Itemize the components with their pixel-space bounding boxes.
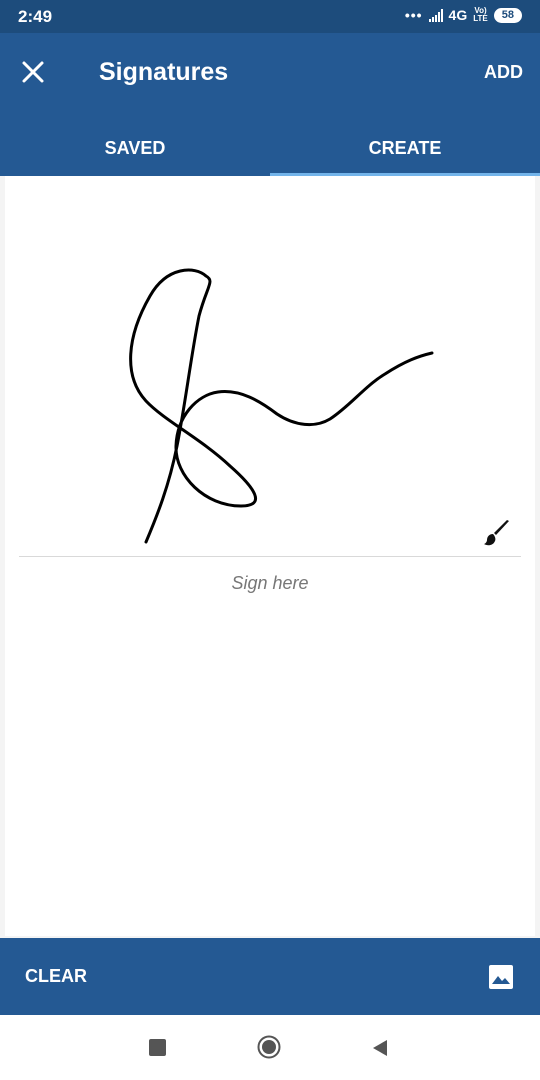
circle-icon[interactable]: [257, 1035, 281, 1059]
status-icons: ••• 4G Vo) LTE 58: [405, 7, 522, 23]
signature-canvas[interactable]: Sign here: [5, 176, 535, 936]
notification-dots: •••: [404, 7, 423, 23]
nav-bar: [0, 1015, 540, 1080]
battery-icon: 58: [493, 7, 522, 23]
tab-saved[interactable]: SAVED: [0, 121, 270, 176]
network-type: 4G: [448, 7, 468, 23]
status-time: 2:49: [18, 7, 53, 26]
bottom-bar: CLEAR: [0, 938, 540, 1015]
status-bar: 2:49 ••• 4G Vo) LTE 58: [0, 0, 540, 33]
add-button[interactable]: ADD: [484, 62, 523, 83]
app-bar: Signatures ADD SAVED CREATE: [0, 33, 540, 176]
volte-icon: Vo) LTE: [473, 6, 488, 23]
clear-button[interactable]: CLEAR: [25, 966, 87, 987]
tab-create[interactable]: CREATE: [270, 121, 540, 176]
image-icon[interactable]: [488, 964, 514, 990]
close-icon[interactable]: [18, 57, 48, 87]
brush-icon[interactable]: [483, 519, 511, 547]
page-title: Signatures: [99, 58, 229, 86]
tab-bar: SAVED CREATE: [0, 121, 540, 176]
signature-stroke: [129, 268, 434, 544]
signal-icon: [428, 8, 443, 22]
back-triangle-icon[interactable]: [370, 1038, 390, 1058]
signature-baseline: [19, 556, 521, 557]
square-icon[interactable]: [149, 1039, 166, 1056]
sign-here-hint: Sign here: [231, 573, 309, 593]
